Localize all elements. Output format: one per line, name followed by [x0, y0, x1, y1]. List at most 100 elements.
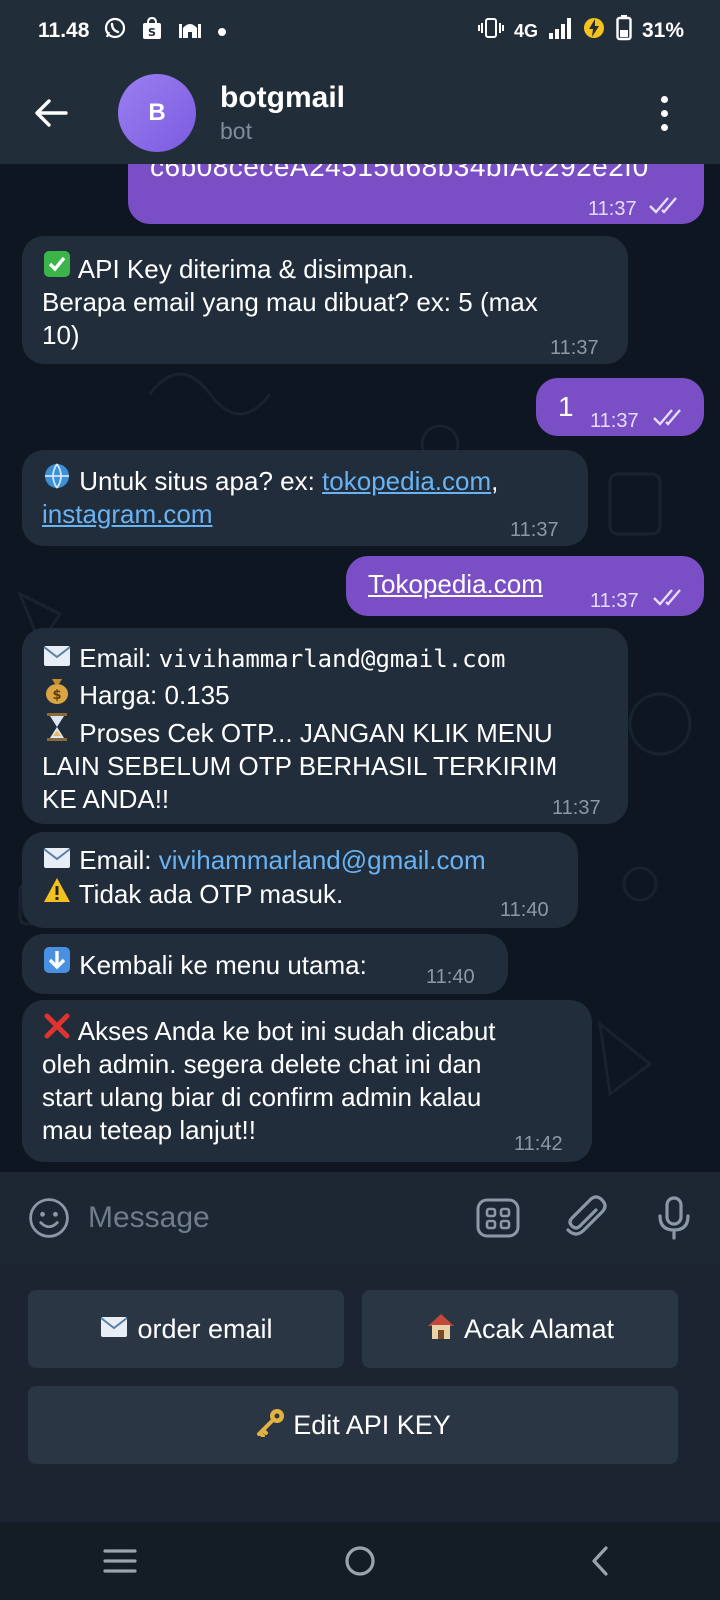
message-text: Harga: 0.135	[79, 680, 230, 710]
envelope-icon	[99, 1314, 129, 1345]
message-input[interactable]	[88, 1188, 474, 1248]
mosque-icon	[177, 16, 203, 46]
chat-header: B botgmail bot	[0, 62, 720, 164]
message-text: start ulang biar di confirm admin kalau	[42, 1082, 482, 1112]
message-bubble-incoming[interactable]: Untuk situs apa? ex: tokopedia.com, inst…	[22, 450, 588, 546]
avatar[interactable]: B	[118, 74, 196, 152]
vibrate-icon	[477, 17, 504, 45]
chat-title-box[interactable]: botgmail bot	[220, 80, 345, 146]
order-email-button[interactable]: order email	[28, 1290, 344, 1368]
money-bag-icon: $	[42, 676, 72, 712]
message-text: API Key diterima & disimpan.	[77, 254, 415, 284]
status-time: 11.48	[38, 19, 90, 42]
message-bubble-incoming[interactable]: Email: vivihammarland@gmail.com Tidak ad…	[22, 832, 578, 928]
system-back-button[interactable]	[570, 1531, 630, 1591]
message-text: Kembali ke menu utama:	[79, 950, 367, 980]
whatsapp-icon	[103, 16, 127, 46]
recent-apps-button[interactable]	[90, 1531, 150, 1591]
message-bubble-outgoing[interactable]: 1 11:37	[536, 378, 704, 436]
menu-lines-icon	[103, 1549, 137, 1573]
message-time: 11:37	[550, 337, 599, 359]
message-text: Akses Anda ke bot ini sudah dicabut	[77, 1016, 496, 1046]
back-button[interactable]	[20, 82, 82, 144]
battery-level: 31%	[641, 19, 684, 42]
button-label: Acak Alamat	[463, 1313, 615, 1344]
message-text: Tidak ada OTP masuk.	[78, 879, 344, 909]
message-time: 11:37	[590, 590, 639, 612]
check-mark-icon	[42, 250, 72, 286]
message-input-bar	[0, 1172, 720, 1264]
message-text: Proses Cek OTP... JANGAN KLIK MENU	[79, 718, 553, 748]
hourglass-icon	[42, 712, 72, 750]
message-bubble-incoming[interactable]: Email: vivihammarland@gmail.com $ Harga:…	[22, 628, 628, 824]
shopee-icon: S	[141, 16, 163, 46]
attach-icon[interactable]	[562, 1194, 610, 1242]
message-text: Untuk situs apa? ex:	[79, 466, 323, 496]
message-time: 11:37	[588, 198, 637, 220]
message-text: Berapa email yang mau dibuat? ex: 5 (max	[42, 287, 538, 317]
svg-text:S: S	[148, 26, 156, 39]
envelope-icon	[42, 844, 72, 877]
message-bubble-incoming[interactable]: Kembali ke menu utama: 11:40	[22, 934, 508, 994]
signal-icon	[548, 17, 572, 45]
message-time: 11:42	[514, 1133, 563, 1155]
message-text: mau teteap lanjut!!	[42, 1115, 256, 1145]
message-time: 11:37	[510, 519, 559, 541]
email-address: vivihammarland@gmail.com	[158, 645, 506, 673]
message-time: 11:40	[500, 899, 549, 921]
bot-keyboard-icon[interactable]	[474, 1194, 522, 1242]
message-text: Email:	[79, 845, 159, 875]
double-check-icon	[653, 409, 681, 426]
emoji-icon[interactable]	[26, 1193, 72, 1243]
system-nav-bar	[0, 1522, 720, 1600]
more-vertical-icon	[660, 95, 668, 103]
double-check-icon	[649, 197, 677, 214]
acak-alamat-button[interactable]: Acak Alamat	[362, 1290, 678, 1368]
message-text: ,	[491, 466, 499, 496]
message-text: oleh admin. segera delete chat ini dan	[42, 1049, 482, 1079]
chat-subtitle: bot	[220, 118, 252, 144]
warning-icon	[42, 877, 72, 911]
svg-text:$: $	[52, 688, 61, 703]
double-check-icon	[653, 589, 681, 606]
cross-mark-icon	[42, 1012, 72, 1048]
dot-icon	[217, 19, 227, 43]
microphone-icon[interactable]	[650, 1194, 698, 1242]
message-time: 11:40	[426, 966, 475, 988]
chat-area[interactable]: c6b08ceceA24515d68b34bfAc292e2f0 11:37 A…	[0, 164, 720, 1172]
message-bubble-outgoing[interactable]: Tokopedia.com 11:37	[346, 556, 704, 616]
email-link[interactable]: vivihammarland@gmail.com	[159, 845, 486, 875]
battery-icon	[616, 15, 632, 47]
status-bar: 11.48 S 4G 31%	[0, 0, 720, 62]
message-bubble-outgoing[interactable]: c6b08ceceA24515d68b34bfAc292e2f0 11:37	[128, 164, 704, 224]
message-bubble-incoming[interactable]: API Key diterima & disimpan. Berapa emai…	[22, 236, 628, 364]
chevron-left-icon	[592, 1546, 608, 1576]
network-label: 4G	[513, 20, 538, 41]
circle-home-icon	[345, 1546, 375, 1576]
button-label: Edit API KEY	[293, 1409, 451, 1440]
message-link[interactable]: Tokopedia.com	[368, 568, 543, 601]
key-icon	[255, 1407, 285, 1444]
message-time: 11:37	[590, 410, 639, 432]
message-text: 1	[558, 391, 574, 422]
home-button[interactable]	[330, 1531, 390, 1591]
more-menu-button[interactable]	[644, 82, 684, 144]
message-text: KE ANDA!!	[42, 784, 170, 814]
envelope-icon	[42, 642, 72, 675]
message-text: c6b08ceceA24515d68b34bfAc292e2f0	[150, 164, 649, 182]
message-time: 11:37	[552, 797, 601, 819]
chat-title: botgmail	[220, 81, 345, 114]
message-text: Email:	[79, 643, 159, 673]
message-bubble-incoming[interactable]: Akses Anda ke bot ini sudah dicabut oleh…	[22, 1000, 592, 1162]
charging-icon	[582, 16, 606, 46]
link-instagram[interactable]: instagram.com	[42, 499, 213, 529]
button-label: order email	[137, 1313, 273, 1344]
link-tokopedia[interactable]: tokopedia.com	[322, 466, 491, 496]
edit-api-key-button[interactable]: Edit API KEY	[28, 1386, 678, 1464]
arrow-down-icon	[42, 946, 72, 982]
message-text: LAIN SEBELUM OTP BERHASIL TERKIRIM	[42, 751, 558, 781]
house-icon	[426, 1311, 456, 1348]
arrow-left-icon	[35, 99, 68, 127]
bot-reply-keyboard: order email Acak Alamat Edit API KEY	[0, 1264, 720, 1522]
globe-icon	[42, 462, 72, 498]
